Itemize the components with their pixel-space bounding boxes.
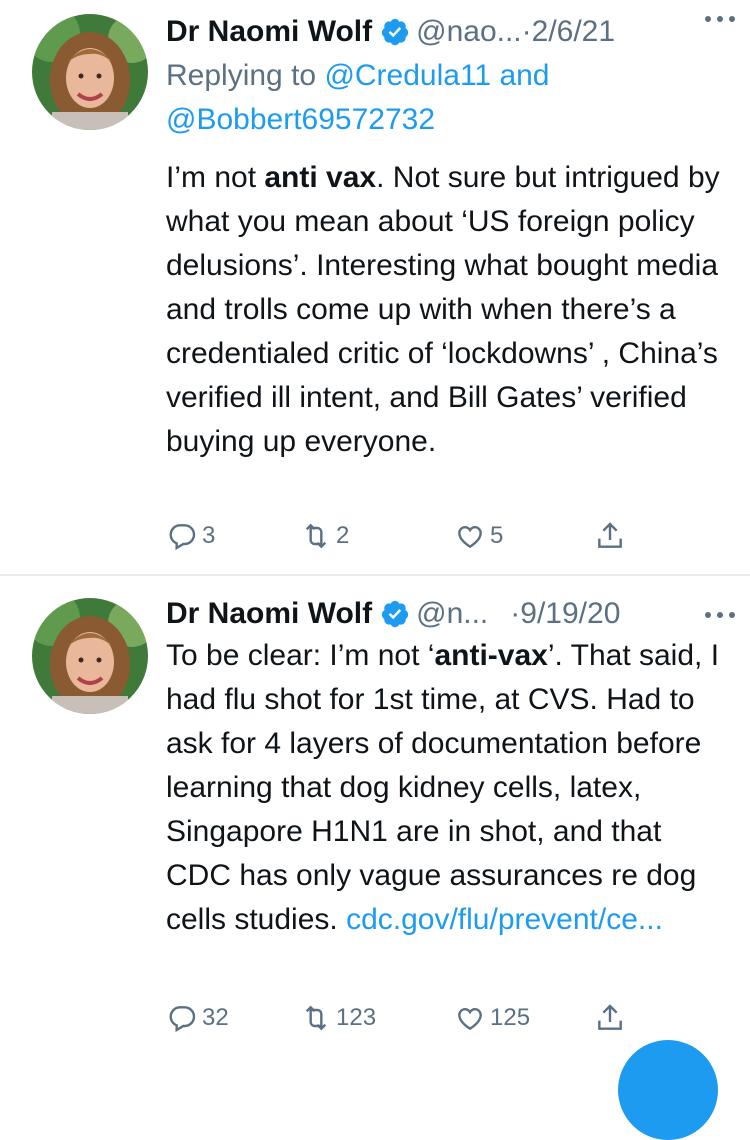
reply-count: 32: [202, 1004, 229, 1031]
share-icon: [598, 1004, 622, 1030]
retweet-icon: [305, 523, 327, 549]
tweet-content: Dr Naomi Wolf @nao... · 2/6/21 Replying …: [166, 12, 728, 464]
replying-label: Replying to: [166, 59, 317, 92]
tweet-link[interactable]: cdc.gov/flu/prevent/ce...: [346, 903, 663, 936]
verified-badge-icon: [381, 18, 409, 46]
like-icon: [458, 525, 482, 549]
tweet-text-part: To be clear: I’m not ‘: [166, 639, 435, 672]
more-icon[interactable]: [704, 14, 736, 24]
author-name[interactable]: Dr Naomi Wolf: [166, 597, 372, 631]
tweet-actions: 3 2 5: [166, 520, 636, 556]
separator: ·: [510, 597, 521, 630]
like-button[interactable]: 125: [454, 1002, 530, 1034]
separator: ·: [521, 15, 532, 48]
verified-badge-icon: [381, 600, 409, 628]
author-handle: @nao...: [416, 15, 522, 48]
retweet-icon: [305, 1005, 327, 1031]
tweet-text-bold: anti vax: [264, 161, 377, 194]
tweet-text-bold: anti-vax: [434, 639, 548, 672]
replying-to: Replying to @Credula11 and @Bobbert69572…: [166, 54, 728, 142]
author-handle: @n...: [416, 597, 489, 630]
reply-icon: [169, 1006, 196, 1033]
mention-link[interactable]: @Credula11: [324, 59, 491, 92]
tweet-text-part: I’m not: [166, 161, 265, 194]
share-button[interactable]: [594, 520, 626, 552]
retweet-button[interactable]: 2: [300, 520, 349, 552]
tweet-text: I’m not anti vax. Not sure but intrigued…: [166, 156, 728, 464]
retweet-count: 123: [336, 1004, 377, 1031]
compose-tweet-button[interactable]: [618, 1040, 718, 1140]
tweet-actions: 32 123 125: [166, 1002, 636, 1038]
more-icon[interactable]: [704, 610, 736, 620]
like-count: 125: [490, 1004, 531, 1031]
tweet[interactable]: Dr Naomi Wolf @nao... · 2/6/21 Replying …: [0, 0, 750, 574]
reply-count: 3: [202, 522, 216, 549]
share-button[interactable]: [594, 1002, 626, 1034]
like-count: 5: [490, 522, 504, 549]
tweet-text-part: . Not sure but intrigued by what you mea…: [166, 161, 720, 458]
avatar[interactable]: [32, 598, 148, 714]
author-name[interactable]: Dr Naomi Wolf: [166, 15, 372, 49]
avatar[interactable]: [32, 14, 148, 130]
mention-link[interactable]: @Bobbert69572732: [166, 103, 435, 136]
retweet-count: 2: [336, 522, 350, 549]
tweet[interactable]: Dr Naomi Wolf @n... · 9/19/20 To be clea…: [0, 576, 750, 1064]
tweet-text: To be clear: I’m not ‘anti-vax’. That sa…: [166, 634, 728, 942]
tweet-content: Dr Naomi Wolf @n... · 9/19/20 To be clea…: [166, 594, 728, 942]
retweet-button[interactable]: 123: [300, 1002, 376, 1034]
tweet-date[interactable]: 2/6/21: [532, 15, 615, 49]
reply-button[interactable]: 32: [166, 1002, 229, 1034]
tweet-header: Dr Naomi Wolf @nao... · 2/6/21: [166, 12, 728, 52]
reply-button[interactable]: 3: [166, 520, 215, 552]
tweet-text-part: ’. That said, I had flu shot for 1st tim…: [166, 639, 720, 936]
share-icon: [598, 522, 622, 548]
tweet-header: Dr Naomi Wolf @n... · 9/19/20: [166, 594, 728, 634]
reply-icon: [169, 524, 196, 551]
tweet-date[interactable]: 9/19/20: [520, 597, 620, 631]
replying-and: and: [499, 59, 550, 92]
like-button[interactable]: 5: [454, 520, 503, 552]
like-icon: [458, 1007, 482, 1031]
